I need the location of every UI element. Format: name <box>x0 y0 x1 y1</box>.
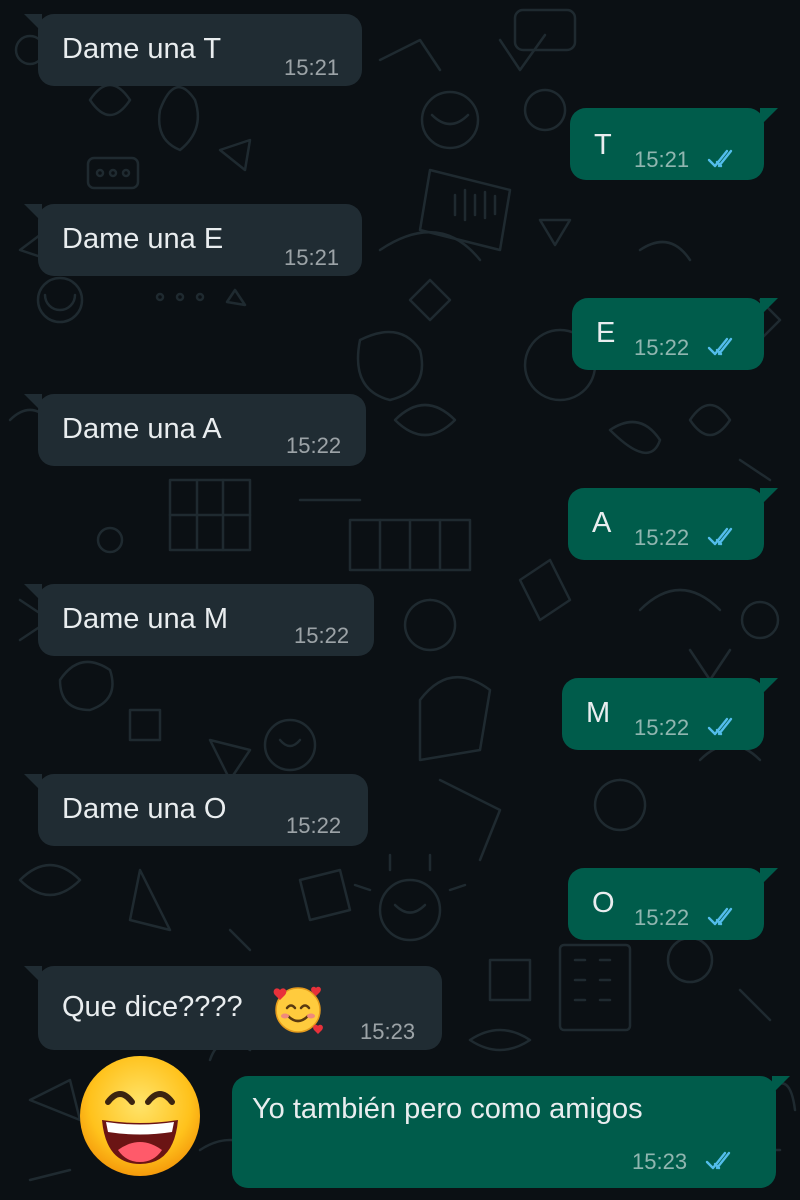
message-text: Dame una O <box>62 793 227 825</box>
read-double-check-icon <box>707 717 733 736</box>
outgoing-message[interactable]: O 15:22 <box>568 868 778 940</box>
message-text: M <box>586 697 611 729</box>
chat-area: Dame una T 15:21 T 15:21 Dame una E 15:2… <box>0 0 800 1200</box>
message-time: 15:22 <box>294 623 350 648</box>
read-double-check-icon <box>707 337 733 356</box>
outgoing-message[interactable]: T 15:21 <box>570 108 778 180</box>
incoming-message[interactable]: Dame una T 15:21 <box>24 14 362 86</box>
grinning-face-with-smiling-eyes-icon <box>80 1056 200 1176</box>
message-time: 15:22 <box>634 335 690 360</box>
message-text: Yo también pero como amigos <box>252 1093 643 1125</box>
outgoing-message[interactable]: M 15:22 <box>562 678 778 750</box>
incoming-message[interactable]: Que dice???? 15:23 <box>24 966 442 1050</box>
message-time: 15:21 <box>284 245 340 270</box>
message-text: Dame una M <box>62 603 229 635</box>
message-text: A <box>592 507 612 539</box>
message-text: Que dice???? <box>62 991 243 1023</box>
read-double-check-icon <box>707 149 733 168</box>
incoming-message[interactable]: Dame una A 15:22 <box>24 394 366 466</box>
message-time: 15:22 <box>286 813 342 838</box>
message-time: 15:23 <box>632 1149 688 1174</box>
message-time: 15:21 <box>634 147 690 172</box>
message-text: Dame una A <box>62 413 222 445</box>
incoming-message[interactable]: Dame una O 15:22 <box>24 774 368 846</box>
outgoing-message[interactable]: A 15:22 <box>568 488 778 560</box>
message-time: 15:23 <box>360 1019 416 1044</box>
message-text: T <box>594 129 612 161</box>
smiling-face-with-hearts-icon <box>273 986 323 1034</box>
message-time: 15:22 <box>286 433 342 458</box>
message-text: O <box>592 887 615 919</box>
read-double-check-icon <box>707 527 733 546</box>
outgoing-message[interactable]: Yo también pero como amigos 15:23 <box>232 1076 790 1188</box>
incoming-message[interactable]: Dame una E 15:21 <box>24 204 362 276</box>
message-text: Dame una E <box>62 223 224 255</box>
message-text: E <box>596 317 616 349</box>
message-text: Dame una T <box>62 33 222 65</box>
incoming-message[interactable]: Dame una M 15:22 <box>24 584 374 656</box>
message-time: 15:21 <box>284 55 340 80</box>
read-double-check-icon <box>705 1151 731 1170</box>
outgoing-message[interactable]: E 15:22 <box>572 298 778 370</box>
message-time: 15:22 <box>634 525 690 550</box>
message-time: 15:22 <box>634 905 690 930</box>
read-double-check-icon <box>707 907 733 926</box>
message-time: 15:22 <box>634 715 690 740</box>
